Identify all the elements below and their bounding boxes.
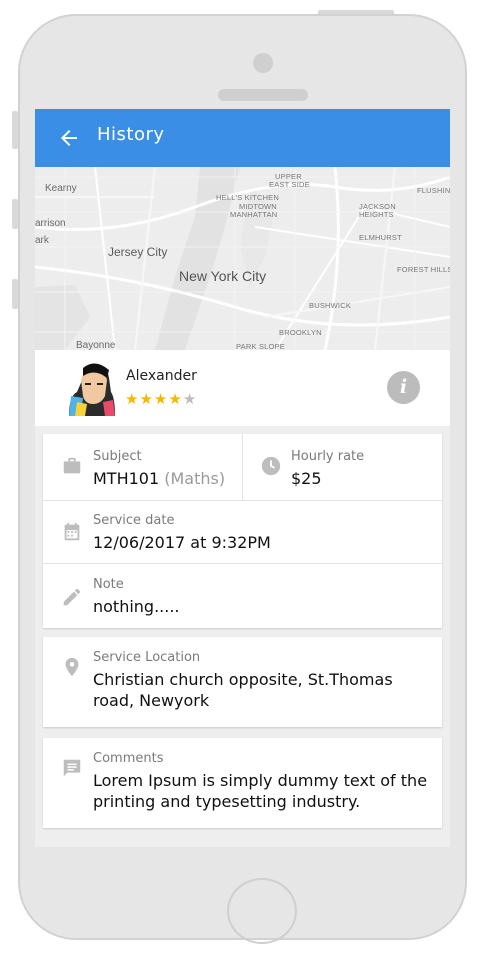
subject-field: Subject MTH101 (Maths) (93, 449, 225, 489)
comments-label: Comments (93, 751, 164, 766)
tutor-profile: Alexander ★★★★★ i (35, 350, 450, 426)
map-label-forest-hills: FOREST HILLS (397, 265, 450, 274)
comment-icon (63, 759, 81, 777)
location-card: Service Location Christian church opposi… (43, 637, 442, 727)
map-label-heights: HEIGHTS (359, 210, 394, 219)
briefcase-icon (63, 457, 81, 474)
map-label-bayonne: Bayonne (76, 340, 116, 350)
map-label-bushwick: BUSHWICK (309, 301, 352, 310)
subject-name: (Maths) (164, 469, 226, 488)
star-icon: ★ (153, 390, 169, 408)
subject-code: MTH101 (93, 469, 160, 488)
pencil-icon (63, 588, 81, 606)
tutor-name: Alexander (126, 368, 197, 384)
map-label-new-york-city: New York City (179, 268, 267, 284)
location-pin-icon (65, 657, 79, 677)
map-label-brooklyn: BROOKLYN (279, 328, 322, 337)
divider (43, 500, 442, 501)
service-location-value: Christian church opposite, St.Thomas roa… (93, 670, 393, 710)
subject-label: Subject (93, 449, 142, 464)
calendar-icon (64, 522, 80, 541)
arrow-back-icon[interactable] (57, 126, 81, 150)
details-card: Subject MTH101 (Maths) Hourly rate $25 S… (43, 434, 442, 628)
app-screen: History Kearny arrison ark Jersey City N… (35, 109, 450, 847)
phone-home-button[interactable] (227, 878, 297, 944)
service-date-label: Service date (93, 513, 175, 528)
star-empty-icon: ★ (182, 390, 198, 408)
map-label-park: ark (35, 235, 49, 246)
phone-camera (253, 53, 273, 73)
star-icon: ★ (168, 390, 183, 408)
app-bar: History (35, 109, 450, 167)
avatar[interactable] (63, 358, 119, 416)
service-location-field: Service Location Christian church opposi… (93, 650, 428, 711)
map-label-elmhurst: ELMHURST (359, 233, 402, 242)
divider (242, 434, 243, 500)
note-value: nothing..... (93, 597, 180, 616)
divider (43, 563, 442, 564)
service-date-value: 12/06/2017 at 9:32PM (93, 533, 271, 552)
star-icon: ★ (125, 390, 140, 408)
comments-value: Lorem Ipsum is simply dummy text of the … (93, 771, 428, 811)
note-field: Note nothing..... (93, 577, 180, 617)
map-label-harrison: arrison (35, 218, 66, 229)
phone-speaker (218, 89, 308, 101)
map-label-manhattan: MANHATTAN (230, 210, 278, 219)
map-label-jersey-city: Jersey City (108, 245, 168, 259)
star-icon: ★ (139, 390, 154, 408)
info-button[interactable]: i (387, 371, 420, 404)
map-label-kearny: Kearny (45, 183, 77, 194)
page-title: History (97, 124, 165, 145)
note-label: Note (93, 577, 124, 592)
service-location-label: Service Location (93, 650, 201, 665)
hourly-rate-field: Hourly rate $25 (291, 449, 364, 489)
rating-stars: ★★★★★ (125, 390, 197, 408)
comments-card: Comments Lorem Ipsum is simply dummy tex… (43, 738, 442, 828)
map-view[interactable]: Kearny arrison ark Jersey City New York … (35, 167, 450, 350)
subject-value: MTH101 (Maths) (93, 468, 225, 489)
map-label-east-side: EAST SIDE (269, 180, 310, 189)
map-label-flushing: FLUSHING (417, 186, 450, 195)
hourly-rate-label: Hourly rate (291, 449, 365, 464)
map-label-park-slope: PARK SLOPE (236, 342, 285, 350)
service-date-field: Service date 12/06/2017 at 9:32PM (93, 513, 271, 553)
clock-icon (261, 456, 281, 476)
map-label-hells-kitchen: HELL'S KITCHEN (216, 193, 279, 202)
hourly-rate-value: $25 (291, 469, 322, 488)
comments-field: Comments Lorem Ipsum is simply dummy tex… (93, 751, 428, 812)
